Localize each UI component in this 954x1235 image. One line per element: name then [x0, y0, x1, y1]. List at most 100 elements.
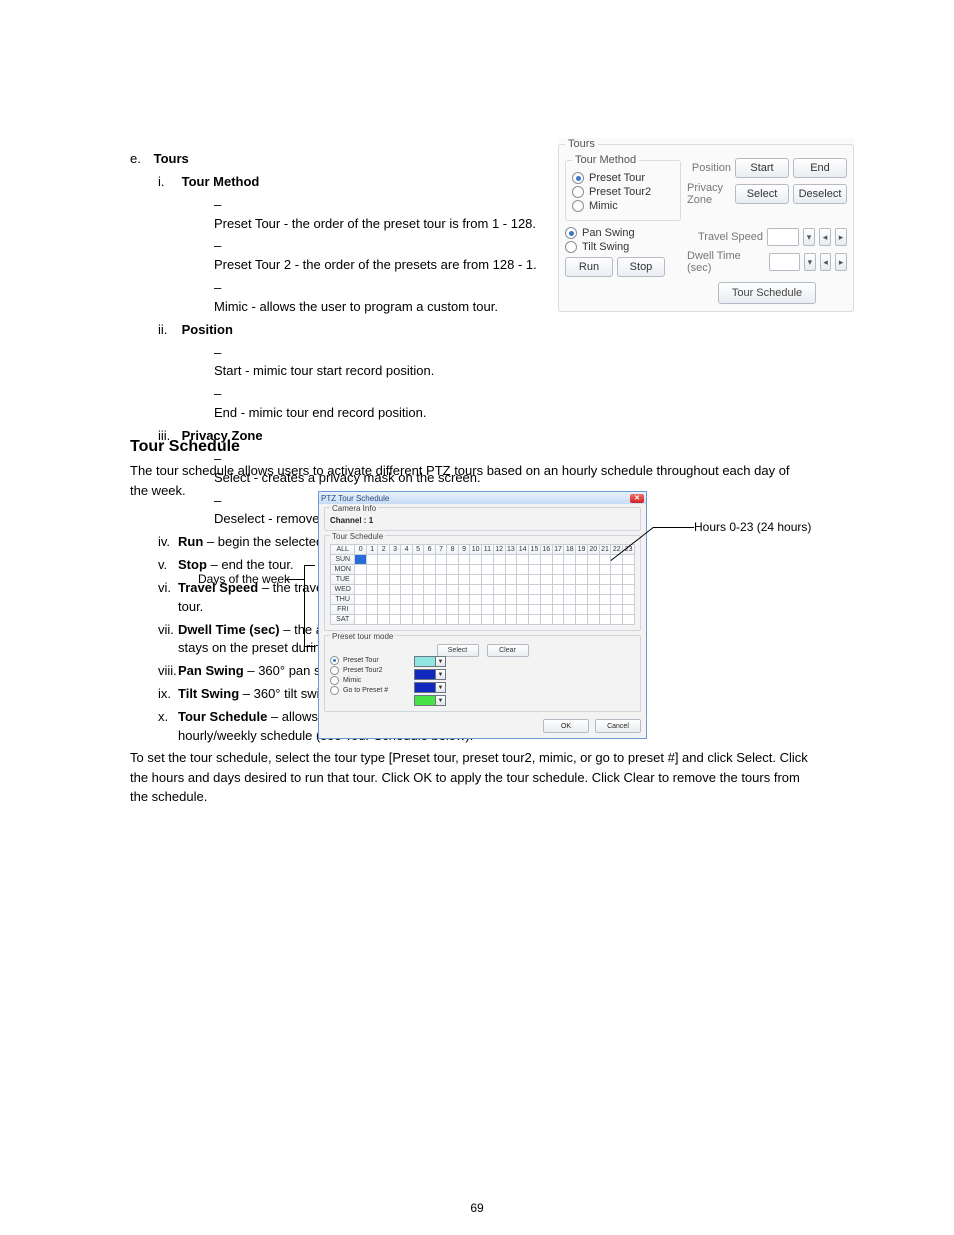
schedule-cell[interactable] — [611, 615, 623, 625]
schedule-cell[interactable] — [470, 595, 482, 605]
hour-header[interactable]: 7 — [435, 545, 446, 555]
day-header[interactable]: SAT — [331, 615, 355, 625]
schedule-cell[interactable] — [505, 575, 517, 585]
schedule-cell[interactable] — [447, 595, 458, 605]
schedule-cell[interactable] — [493, 565, 505, 575]
schedule-cell[interactable] — [493, 595, 505, 605]
schedule-cell[interactable] — [482, 565, 494, 575]
schedule-cell[interactable] — [355, 595, 366, 605]
schedule-cell[interactable] — [540, 605, 552, 615]
schedule-cell[interactable] — [529, 555, 541, 565]
hour-header[interactable]: 14 — [517, 545, 529, 555]
schedule-cell[interactable] — [401, 595, 412, 605]
schedule-cell[interactable] — [424, 615, 435, 625]
schedule-cell[interactable] — [447, 565, 458, 575]
schedule-cell[interactable] — [529, 585, 541, 595]
schedule-cell[interactable] — [599, 565, 611, 575]
schedule-cell[interactable] — [552, 555, 564, 565]
schedule-cell[interactable] — [564, 565, 576, 575]
schedule-cell[interactable] — [412, 585, 423, 595]
hour-header[interactable]: 5 — [412, 545, 423, 555]
stop-button[interactable]: Stop — [617, 257, 665, 277]
schedule-cell[interactable] — [389, 605, 400, 615]
mode-color-dropdown[interactable]: ▼ — [414, 656, 446, 667]
schedule-cell[interactable] — [447, 585, 458, 595]
schedule-cell[interactable] — [401, 575, 412, 585]
travel-speed-dropdown[interactable]: ▾ — [803, 228, 815, 246]
hour-header[interactable]: 16 — [540, 545, 552, 555]
schedule-cell[interactable] — [482, 615, 494, 625]
schedule-cell[interactable] — [564, 575, 576, 585]
schedule-cell[interactable] — [552, 595, 564, 605]
schedule-cell[interactable] — [389, 595, 400, 605]
schedule-cell[interactable] — [611, 575, 623, 585]
schedule-cell[interactable] — [529, 595, 541, 605]
hour-header[interactable]: 12 — [493, 545, 505, 555]
hour-header[interactable]: 2 — [378, 545, 389, 555]
cancel-button[interactable]: Cancel — [595, 719, 641, 733]
travel-speed-input[interactable] — [767, 228, 799, 246]
dwell-time-up[interactable]: ▸ — [835, 253, 847, 271]
schedule-cell[interactable] — [355, 605, 366, 615]
mode-color-dropdown[interactable]: ▼ — [414, 695, 446, 706]
hour-header[interactable]: 1 — [366, 545, 377, 555]
mode-radio[interactable]: Mimic — [330, 676, 400, 685]
schedule-cell[interactable] — [458, 565, 469, 575]
schedule-cell[interactable] — [540, 575, 552, 585]
schedule-cell[interactable] — [564, 615, 576, 625]
schedule-cell[interactable] — [435, 605, 446, 615]
schedule-cell[interactable] — [493, 615, 505, 625]
schedule-cell[interactable] — [470, 605, 482, 615]
schedule-cell[interactable] — [435, 595, 446, 605]
mode-color-dropdown[interactable]: ▼ — [414, 669, 446, 680]
schedule-cell[interactable] — [540, 555, 552, 565]
mode-color-dropdown[interactable]: ▼ — [414, 682, 446, 693]
hour-header[interactable]: 11 — [482, 545, 494, 555]
schedule-cell[interactable] — [355, 565, 366, 575]
schedule-cell[interactable] — [389, 585, 400, 595]
schedule-cell[interactable] — [623, 575, 635, 585]
day-header[interactable]: MON — [331, 565, 355, 575]
deselect-button[interactable]: Deselect — [793, 184, 847, 204]
hour-header[interactable]: 18 — [564, 545, 576, 555]
schedule-cell[interactable] — [378, 565, 389, 575]
schedule-cell[interactable] — [587, 615, 599, 625]
ok-button[interactable]: OK — [543, 719, 589, 733]
schedule-cell[interactable] — [540, 565, 552, 575]
schedule-cell[interactable] — [517, 565, 529, 575]
schedule-cell[interactable] — [611, 595, 623, 605]
schedule-cell[interactable] — [401, 555, 412, 565]
schedule-cell[interactable] — [412, 615, 423, 625]
hour-header[interactable]: 19 — [576, 545, 588, 555]
schedule-cell[interactable] — [623, 555, 635, 565]
schedule-cell[interactable] — [366, 555, 377, 565]
schedule-cell[interactable] — [378, 615, 389, 625]
schedule-cell[interactable] — [540, 615, 552, 625]
schedule-cell[interactable] — [366, 615, 377, 625]
schedule-cell[interactable] — [435, 575, 446, 585]
schedule-cell[interactable] — [611, 565, 623, 575]
schedule-cell[interactable] — [493, 575, 505, 585]
schedule-cell[interactable] — [470, 565, 482, 575]
hour-header[interactable]: 8 — [447, 545, 458, 555]
mode-radio[interactable]: Preset Tour2 — [330, 666, 400, 675]
schedule-cell[interactable] — [366, 565, 377, 575]
schedule-cell[interactable] — [412, 565, 423, 575]
schedule-cell[interactable] — [435, 565, 446, 575]
schedule-cell[interactable] — [599, 585, 611, 595]
schedule-cell[interactable] — [529, 605, 541, 615]
schedule-cell[interactable] — [355, 575, 366, 585]
radio-preset-tour[interactable]: Preset Tour — [572, 172, 674, 184]
tour-schedule-button[interactable]: Tour Schedule — [718, 282, 816, 304]
schedule-cell[interactable] — [458, 575, 469, 585]
schedule-cell[interactable] — [424, 585, 435, 595]
schedule-cell[interactable] — [505, 555, 517, 565]
day-header[interactable]: WED — [331, 585, 355, 595]
schedule-cell[interactable] — [623, 615, 635, 625]
schedule-cell[interactable] — [587, 575, 599, 585]
schedule-cell[interactable] — [424, 575, 435, 585]
travel-speed-down[interactable]: ◂ — [819, 228, 831, 246]
schedule-cell[interactable] — [576, 615, 588, 625]
day-header[interactable]: THU — [331, 595, 355, 605]
radio-pan-swing[interactable]: Pan Swing — [565, 227, 681, 239]
